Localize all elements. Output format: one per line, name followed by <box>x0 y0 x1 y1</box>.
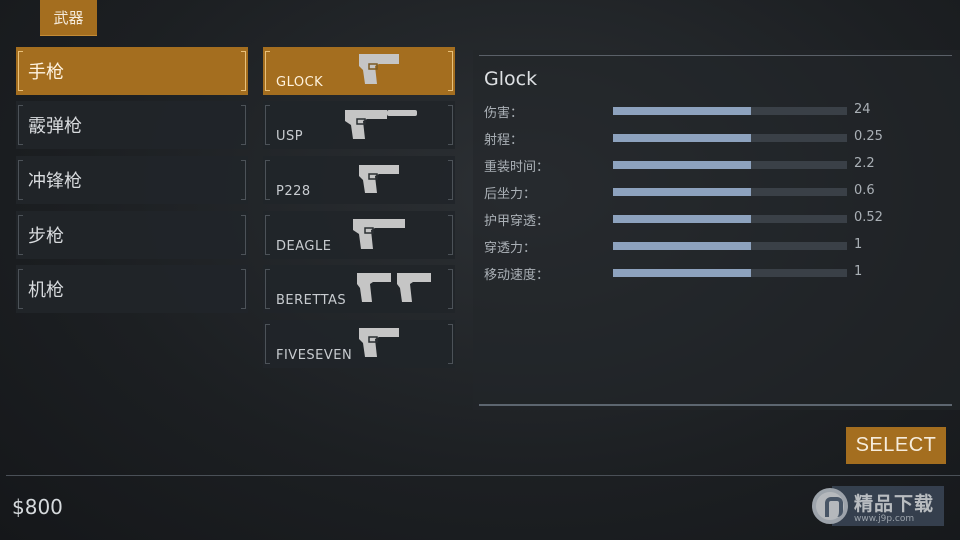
category-label: 步枪 <box>28 226 64 247</box>
watermark: 精品下载 www.j9p.com <box>806 484 956 532</box>
tab-weapons[interactable]: 武器 <box>40 0 97 36</box>
stat-label: 重装时间： <box>484 160 550 175</box>
stat-range: 射程： 0.25 <box>484 129 954 148</box>
stat-value: 2.2 <box>854 156 875 171</box>
stat-move-speed: 移动速度： 1 <box>484 264 954 283</box>
stat-bar <box>613 107 847 115</box>
weapon-label: USP <box>276 129 304 144</box>
stat-value: 1 <box>854 264 863 279</box>
stat-bar-fill <box>613 107 752 115</box>
watermark-url: www.j9p.com <box>854 514 915 524</box>
watermark-logo-icon <box>812 488 848 524</box>
stat-label: 后坐力： <box>484 187 537 202</box>
divider <box>479 55 952 56</box>
stat-bar <box>613 188 847 196</box>
weapon-deagle[interactable]: DEAGLE <box>263 211 455 259</box>
stat-bar-fill <box>613 242 752 250</box>
weapon-label: GLOCK <box>276 75 324 90</box>
stat-label: 移动速度： <box>484 268 550 283</box>
weapon-glock[interactable]: GLOCK <box>263 47 455 95</box>
stat-bar-fill <box>613 161 752 169</box>
stat-bar <box>613 161 847 169</box>
divider <box>6 475 960 476</box>
stat-bar <box>613 215 847 223</box>
stat-bar-fill <box>613 188 752 196</box>
stat-bar-fill <box>613 269 752 277</box>
stat-value: 1 <box>854 237 863 252</box>
watermark-text: 精品下载 <box>854 493 935 515</box>
stat-bar <box>613 242 847 250</box>
stat-value: 0.6 <box>854 183 875 198</box>
stat-label: 穿透力： <box>484 241 537 256</box>
category-label: 霰弹枪 <box>28 116 82 137</box>
stat-bar-fill <box>613 215 752 223</box>
stat-value: 0.25 <box>854 129 883 144</box>
stat-value: 0.52 <box>854 210 883 225</box>
select-button[interactable]: SELECT <box>846 427 946 464</box>
stat-armor-penetration: 护甲穿透： 0.52 <box>484 210 954 229</box>
category-shotguns[interactable]: 霰弹枪 <box>16 101 248 149</box>
weapon-berettas[interactable]: BERETTAS <box>263 265 455 313</box>
weapon-stats-panel: Glock 伤害： 24 射程： 0.25 重装时间： 2.2 后坐力： 0.6… <box>473 50 960 410</box>
weapon-usp[interactable]: USP <box>263 101 455 149</box>
pistol-icon <box>359 328 399 357</box>
category-label: 冲锋枪 <box>28 171 82 192</box>
category-rifles[interactable]: 步枪 <box>16 211 248 259</box>
stat-label: 伤害： <box>484 106 524 121</box>
divider <box>479 404 952 406</box>
stat-value: 24 <box>854 102 871 117</box>
category-smgs[interactable]: 冲锋枪 <box>16 156 248 204</box>
stat-bar-fill <box>613 134 752 142</box>
category-machine-guns[interactable]: 机枪 <box>16 265 248 313</box>
stat-bar <box>613 269 847 277</box>
stat-penetration: 穿透力： 1 <box>484 237 954 256</box>
weapon-label: BERETTAS <box>276 293 347 308</box>
stat-recoil: 后坐力： 0.6 <box>484 183 954 202</box>
weapon-label: FIVESEVEN <box>276 348 353 363</box>
weapon-label: DEAGLE <box>276 239 332 254</box>
category-pistols[interactable]: 手枪 <box>16 47 248 95</box>
stat-reload-time: 重装时间： 2.2 <box>484 156 954 175</box>
weapon-label: P228 <box>276 184 311 199</box>
stat-label: 护甲穿透： <box>484 214 550 229</box>
stat-bar <box>613 134 847 142</box>
money-balance: $800 <box>12 495 63 519</box>
stat-label: 射程： <box>484 133 524 148</box>
dual-pistols-icon <box>357 273 431 302</box>
pistol-icon <box>353 219 405 249</box>
pistol-icon <box>359 165 399 193</box>
category-label: 手枪 <box>28 62 64 83</box>
category-label: 机枪 <box>28 280 64 301</box>
weapon-name: Glock <box>484 68 538 90</box>
weapon-p228[interactable]: P228 <box>263 156 455 204</box>
weapon-fiveseven[interactable]: FIVESEVEN <box>263 320 455 368</box>
pistol-icon <box>359 54 399 84</box>
silenced-pistol-icon <box>345 110 417 139</box>
stat-damage: 伤害： 24 <box>484 102 954 121</box>
